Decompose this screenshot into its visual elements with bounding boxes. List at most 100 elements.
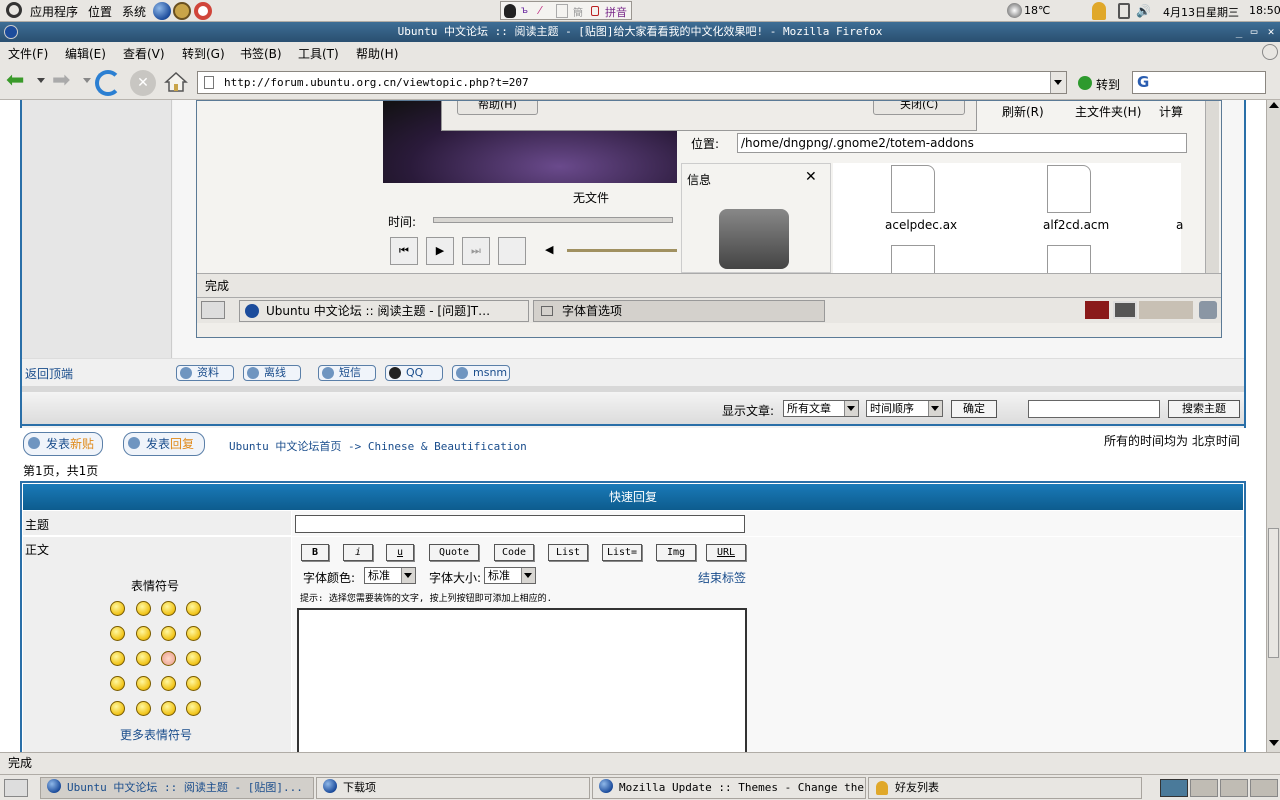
font-size-select[interactable]: 标准 (484, 567, 536, 584)
code-button[interactable]: Code (494, 544, 534, 561)
emoticon-4[interactable] (186, 601, 201, 616)
mail-launcher-icon[interactable] (173, 2, 191, 20)
ordered-list-button[interactable]: List= (602, 544, 642, 561)
url-input[interactable]: http://forum.ubuntu.org.cn/viewtopic.php… (197, 71, 1067, 94)
workspace-1[interactable] (1160, 779, 1188, 797)
emoticon-14[interactable] (136, 676, 151, 691)
input-method-label[interactable]: 拼音 (605, 4, 627, 20)
help-launcher-icon[interactable] (194, 2, 212, 20)
stop-icon[interactable]: ✕ (130, 70, 156, 96)
image-button[interactable]: Img (656, 544, 696, 561)
task-downloads[interactable]: 下载项 (316, 777, 590, 799)
maximize-icon[interactable]: ▭ (1247, 22, 1261, 42)
quote-button[interactable]: Quote (429, 544, 479, 561)
power-plug-icon[interactable] (1118, 3, 1130, 19)
emoticon-3[interactable] (161, 601, 176, 616)
back-to-top-link[interactable]: 返回顶端 (25, 365, 73, 382)
idea-emoticon[interactable] (161, 701, 176, 716)
emoticon-12[interactable] (186, 651, 201, 666)
underline-button[interactable]: u (386, 544, 414, 561)
menu-tools[interactable]: 工具(T) (298, 45, 339, 62)
search-engine-box[interactable]: G (1132, 71, 1266, 94)
task-mozilla-update[interactable]: Mozilla Update :: Themes - Change the ..… (592, 777, 866, 799)
window-menu-icon[interactable] (4, 25, 18, 39)
menu-edit[interactable]: 编辑(E) (65, 45, 106, 62)
penguin-icon[interactable] (504, 4, 516, 18)
menu-bookmarks[interactable]: 书签(B) (240, 45, 282, 62)
go-button[interactable]: 转到 (1096, 76, 1120, 93)
places-menu[interactable]: 位置 (88, 3, 112, 20)
close-tags-link[interactable]: 结束标签 (698, 569, 746, 586)
qq-button[interactable]: QQ (385, 365, 443, 381)
emoticon-16[interactable] (186, 676, 201, 691)
home-icon[interactable] (164, 70, 188, 94)
user-icon[interactable] (1092, 2, 1106, 20)
ubuntu-logo-icon[interactable] (6, 2, 22, 18)
emoticon-13[interactable] (110, 676, 125, 691)
traditional-icon[interactable]: 簡 (573, 4, 587, 19)
message-textarea[interactable] (297, 608, 747, 752)
order-select[interactable]: 时间顺序 (866, 400, 943, 417)
emoticon-15[interactable] (161, 676, 176, 691)
menu-go[interactable]: 转到(G) (182, 45, 225, 62)
chinese-mode-icon[interactable]: ъ (521, 5, 533, 17)
lock-icon[interactable] (591, 6, 599, 16)
browser-launcher-icon[interactable] (153, 2, 171, 20)
emoticon-1[interactable] (110, 601, 125, 616)
profile-button[interactable]: 资料 (176, 365, 234, 381)
emoticon-11[interactable] (161, 651, 176, 666)
emoticon-10[interactable] (136, 651, 151, 666)
display-posts-select[interactable]: 所有文章 (783, 400, 859, 417)
emoticon-2[interactable] (136, 601, 151, 616)
task-buddy-list[interactable]: 好友列表 (868, 777, 1142, 799)
page-scrollbar[interactable] (1266, 100, 1280, 752)
more-emoticons-link[interactable]: 更多表情符号 (120, 726, 192, 743)
workspace-2[interactable] (1190, 779, 1218, 797)
emoticon-9[interactable] (110, 651, 125, 666)
scroll-down-icon[interactable] (1269, 740, 1279, 746)
minimize-icon[interactable]: _ (1232, 22, 1246, 42)
breadcrumb[interactable]: Ubuntu 中文论坛首页 -> Chinese & Beautificatio… (229, 438, 527, 454)
topic-search-input[interactable] (1028, 400, 1160, 418)
reload-icon[interactable] (95, 70, 121, 96)
volume-icon[interactable]: 🔊 (1136, 4, 1151, 18)
emoticon-8[interactable] (186, 626, 201, 641)
task-firefox[interactable]: Ubuntu 中文论坛 :: 阅读主题 - [贴图]... (40, 777, 314, 799)
scroll-up-icon[interactable] (1269, 102, 1279, 108)
fullwidth-icon[interactable]: ⁄ (539, 4, 551, 18)
confirm-button[interactable]: 确定 (951, 400, 997, 418)
back-icon[interactable]: ⬅ (6, 70, 24, 92)
list-button[interactable]: List (548, 544, 588, 561)
search-topic-button[interactable]: 搜索主题 (1168, 400, 1240, 418)
menu-view[interactable]: 查看(V) (123, 45, 165, 62)
weather-temperature[interactable]: 18℃ (1024, 4, 1050, 17)
italic-button[interactable]: i (343, 544, 373, 561)
search-engine-icon[interactable]: G (1137, 73, 1149, 91)
pm-button[interactable]: 短信 (318, 365, 376, 381)
exclamation-emoticon[interactable] (110, 701, 125, 716)
emoticon-7[interactable] (161, 626, 176, 641)
go-icon[interactable] (1078, 76, 1092, 90)
bold-button[interactable]: B (301, 544, 329, 561)
applications-menu[interactable]: 应用程序 (30, 3, 78, 20)
forward-icon[interactable]: ➡ (52, 70, 70, 92)
system-menu[interactable]: 系统 (122, 3, 146, 20)
date-label[interactable]: 4月13日星期三 (1163, 4, 1239, 20)
arrow-emoticon[interactable] (186, 701, 201, 716)
emoticon-5[interactable] (110, 626, 125, 641)
url-button[interactable]: URL (706, 544, 746, 561)
msn-button[interactable]: msnm (452, 365, 510, 381)
question-emoticon[interactable] (136, 701, 151, 716)
workspace-3[interactable] (1220, 779, 1248, 797)
forward-history-icon[interactable] (83, 78, 91, 83)
font-color-select[interactable]: 标准 (364, 567, 416, 584)
subject-input[interactable] (295, 515, 745, 533)
back-history-icon[interactable] (37, 78, 45, 83)
clock-label[interactable]: 18:50 (1249, 4, 1280, 17)
punct-icon[interactable] (556, 4, 568, 18)
scroll-thumb[interactable] (1268, 528, 1279, 658)
offline-button[interactable]: 离线 (243, 365, 301, 381)
show-desktop-icon[interactable] (4, 779, 28, 797)
emoticon-6[interactable] (136, 626, 151, 641)
window-titlebar[interactable]: Ubuntu 中文论坛 :: 阅读主题 - [贴图]给大家看看我的中文化效果吧!… (0, 22, 1280, 42)
